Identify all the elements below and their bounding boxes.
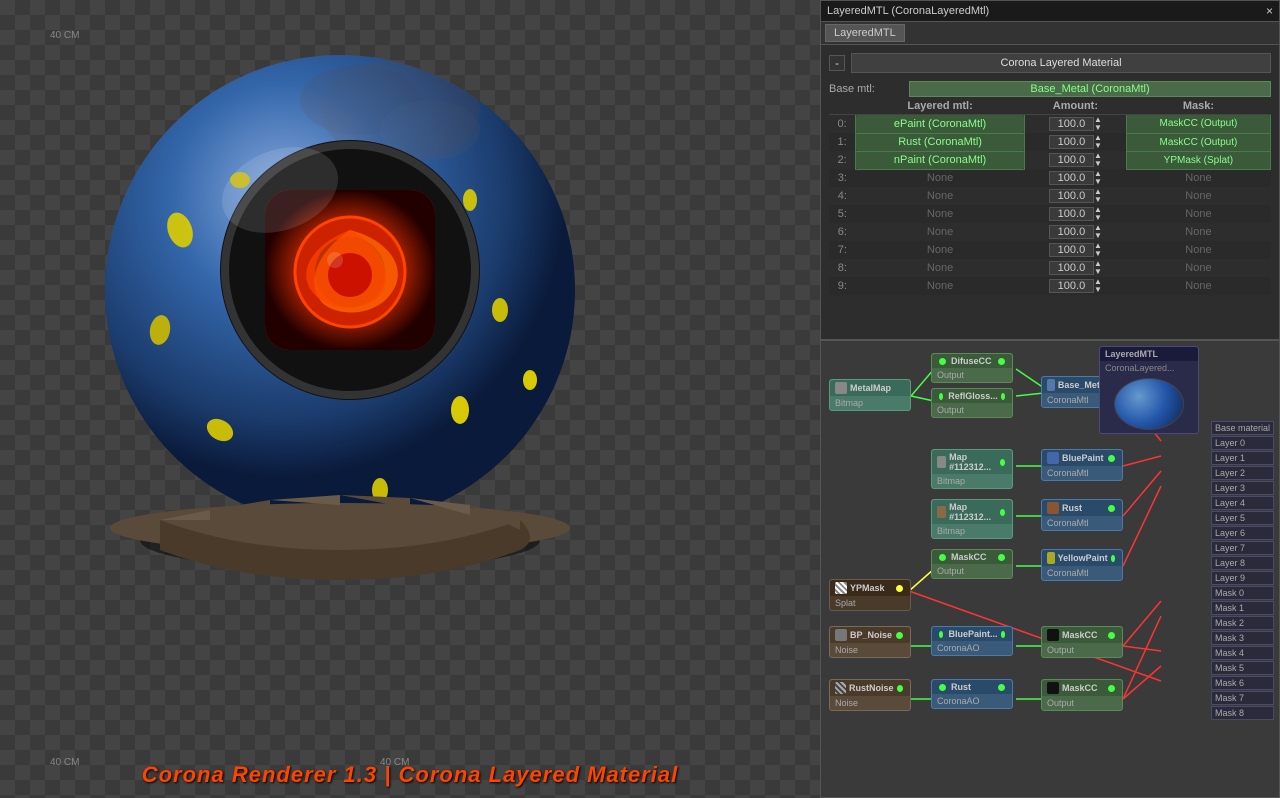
table-row: 9:None▲▼None bbox=[829, 277, 1271, 295]
table-row: 3:None▲▼None bbox=[829, 169, 1271, 187]
mtl-dialog: LayeredMTL (CoronaLayeredMtl) × LayeredM… bbox=[820, 0, 1280, 340]
label-mask-4: Mask 4 bbox=[1211, 646, 1274, 660]
node-rust-noise[interactable]: RustNoise Noise bbox=[829, 679, 911, 711]
label-mask-0: Mask 0 bbox=[1211, 586, 1274, 600]
label-layer-6: Layer 6 bbox=[1211, 526, 1274, 540]
layered-mtl-table: Layered mtl: Amount: Mask: 0:ePaint (Cor… bbox=[829, 98, 1271, 295]
table-row: 1:Rust (CoronaMtl)▲▼MaskCC (Output) bbox=[829, 133, 1271, 151]
label-mask-2: Mask 2 bbox=[1211, 616, 1274, 630]
node-map1[interactable]: Map #112312... Bitmap bbox=[931, 449, 1013, 489]
render-sphere bbox=[80, 20, 600, 600]
node-map2[interactable]: Map #112312... Bitmap bbox=[931, 499, 1013, 539]
label-layer-0: Layer 0 bbox=[1211, 436, 1274, 450]
node-difusecc[interactable]: DifuseCC Output bbox=[931, 353, 1013, 383]
label-layer-1: Layer 1 bbox=[1211, 451, 1274, 465]
col-amount: Amount: bbox=[1024, 98, 1126, 115]
node-bluepaint-ao[interactable]: BluePaint... CoronaAO bbox=[931, 626, 1013, 656]
base-mtl-label: Base mtl: bbox=[829, 83, 909, 95]
node-yellowpaint[interactable]: YellowPaint CoronaMtl bbox=[1041, 549, 1123, 581]
node-rust-ao[interactable]: Rust CoronaAO bbox=[931, 679, 1013, 709]
render-area: 40 CM 40 CM 40 CM bbox=[0, 0, 820, 798]
label-layer-8: Layer 8 bbox=[1211, 556, 1274, 570]
label-layer-5: Layer 5 bbox=[1211, 511, 1274, 525]
col-mask: Mask: bbox=[1126, 98, 1270, 115]
label-layer-3: Layer 3 bbox=[1211, 481, 1274, 495]
panel-title: LayeredMTL (CoronaLayeredMtl) bbox=[827, 5, 989, 17]
table-row: 6:None▲▼None bbox=[829, 223, 1271, 241]
table-row: 2:nPaint (CoronaMtl)▲▼YPMask (Splat) bbox=[829, 151, 1271, 169]
node-rust-mtl[interactable]: Rust CoronaMtl bbox=[1041, 499, 1123, 531]
label-base-material: Base material bbox=[1211, 421, 1274, 435]
label-mask-1: Mask 1 bbox=[1211, 601, 1274, 615]
base-mtl-value[interactable]: Base_Metal (CoronaMtl) bbox=[909, 81, 1271, 97]
collapse-button[interactable]: - bbox=[829, 55, 845, 71]
node-bp-noise[interactable]: BP_Noise Noise bbox=[829, 626, 911, 658]
node-graph: MetalMap Bitmap DifuseCC Output ReflGlos… bbox=[820, 340, 1280, 798]
base-mtl-row: Base mtl: Base_Metal (CoronaMtl) bbox=[829, 80, 1271, 98]
section-header: Corona Layered Material bbox=[851, 53, 1271, 73]
table-row: 0:ePaint (CoronaMtl)▲▼MaskCC (Output) bbox=[829, 115, 1271, 134]
label-mask-8: Mask 8 bbox=[1211, 706, 1274, 720]
label-mask-6: Mask 6 bbox=[1211, 676, 1274, 690]
label-layer-7: Layer 7 bbox=[1211, 541, 1274, 555]
node-layered-mtl[interactable]: LayeredMTL CoronaLayered... bbox=[1099, 346, 1199, 434]
label-mask-5: Mask 5 bbox=[1211, 661, 1274, 675]
node-reflgloss[interactable]: ReflGloss... Output bbox=[931, 388, 1013, 418]
table-row: 8:None▲▼None bbox=[829, 259, 1271, 277]
right-labels-panel: Base material Layer 0 Layer 1 Layer 2 La… bbox=[1211, 421, 1274, 720]
watermark-text: Corona Renderer 1.3 | Corona Layered Mat… bbox=[0, 762, 820, 788]
label-layer-2: Layer 2 bbox=[1211, 466, 1274, 480]
label-mask-7: Mask 7 bbox=[1211, 691, 1274, 705]
panel-titlebar: LayeredMTL (CoronaLayeredMtl) × bbox=[821, 1, 1279, 22]
node-metalmap[interactable]: MetalMap Bitmap bbox=[829, 379, 911, 411]
table-row: 7:None▲▼None bbox=[829, 241, 1271, 259]
node-maskcc1[interactable]: MaskCC Output bbox=[931, 549, 1013, 579]
col-index bbox=[829, 98, 856, 115]
node-bluepaint[interactable]: BluePaint CoronaMtl bbox=[1041, 449, 1123, 481]
table-row: 4:None▲▼None bbox=[829, 187, 1271, 205]
col-layered: Layered mtl: bbox=[856, 98, 1025, 115]
panel-tab-layeredmtl[interactable]: LayeredMTL bbox=[825, 24, 905, 42]
label-layer-9: Layer 9 bbox=[1211, 571, 1274, 585]
label-layer-4: Layer 4 bbox=[1211, 496, 1274, 510]
node-ypmask[interactable]: YPMask Splat bbox=[829, 579, 911, 611]
grid-label-top: 40 CM bbox=[50, 30, 79, 41]
label-mask-3: Mask 3 bbox=[1211, 631, 1274, 645]
node-maskcc2[interactable]: MaskCC Output bbox=[1041, 626, 1123, 658]
node-maskcc3[interactable]: MaskCC Output bbox=[1041, 679, 1123, 711]
panel-close-button[interactable]: × bbox=[1266, 4, 1273, 18]
table-row: 5:None▲▼None bbox=[829, 205, 1271, 223]
panel-tab-bar: LayeredMTL bbox=[821, 22, 1279, 45]
mtl-content: - Corona Layered Material Base mtl: Base… bbox=[821, 45, 1279, 299]
